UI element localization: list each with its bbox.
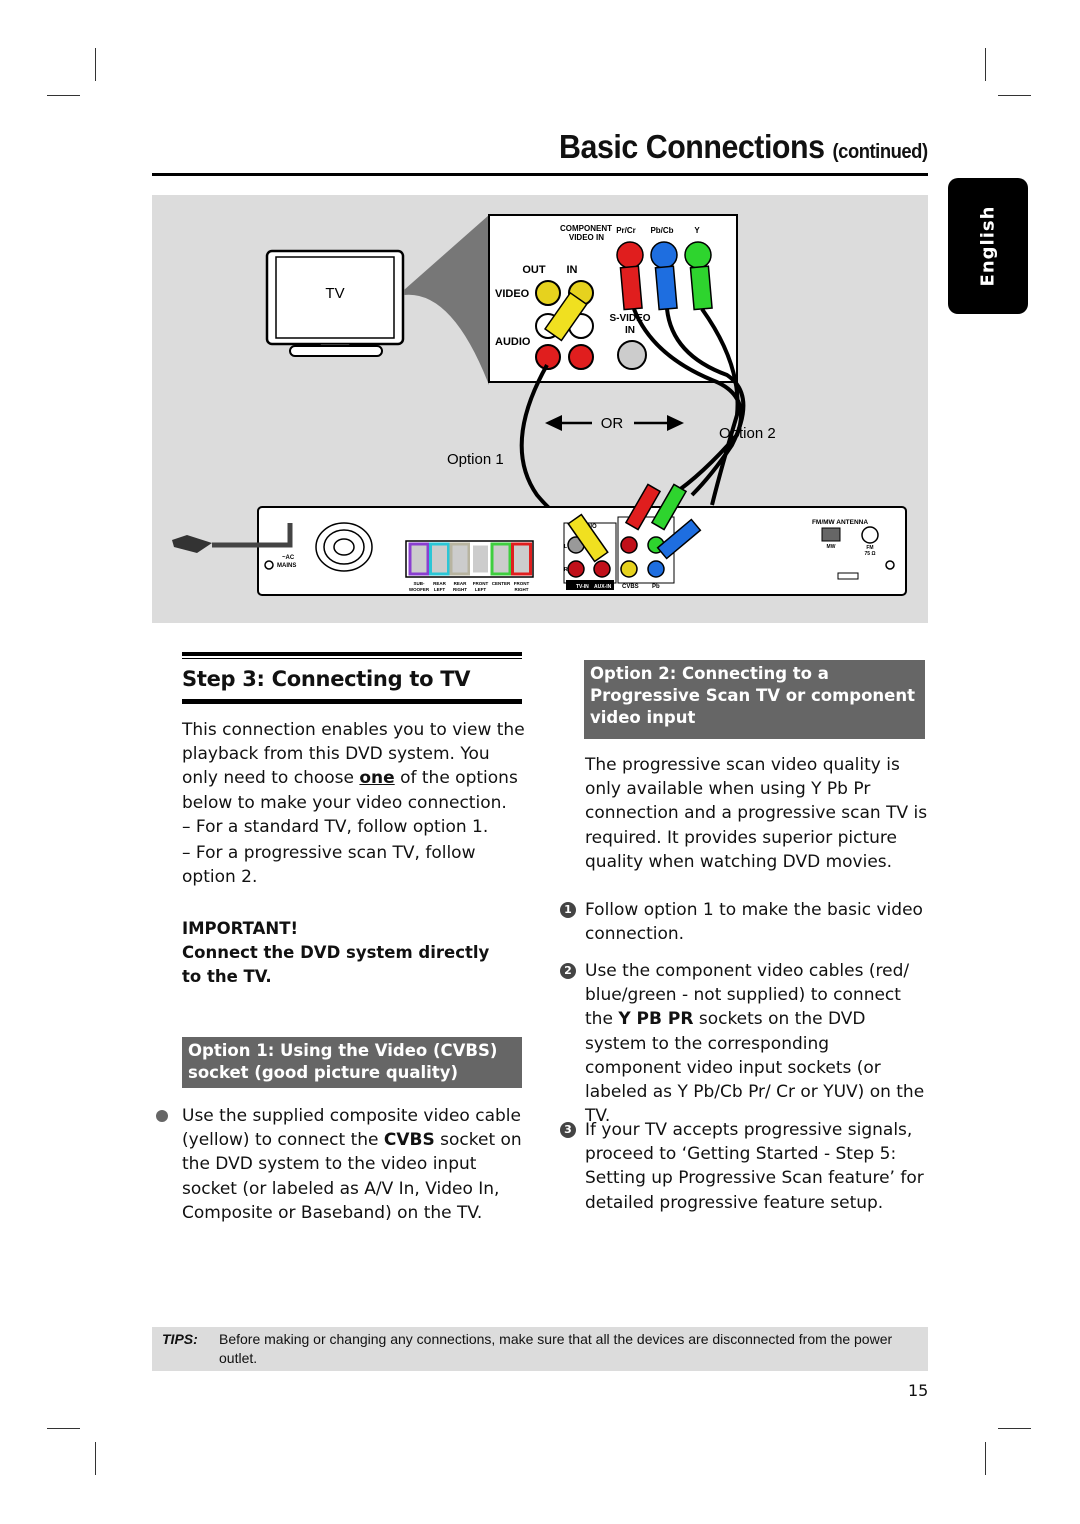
speaker-label: RIGHT xyxy=(453,587,467,592)
or-label: OR xyxy=(601,415,624,432)
audio-label: AUDIO xyxy=(495,336,531,348)
step-heading: Step 3: Connecting to TV xyxy=(182,652,522,704)
speaker-terminal xyxy=(429,542,450,576)
crop-mark xyxy=(95,48,96,81)
pr-socket-tv xyxy=(616,241,644,269)
crop-mark xyxy=(47,95,80,96)
crop-mark xyxy=(998,95,1031,96)
speaker-terminal xyxy=(490,542,512,576)
tips-box: TIPS: Before making or changing any conn… xyxy=(152,1327,928,1371)
tv-illustration: TV xyxy=(265,249,405,357)
option1-banner: Option 1: Using the Video (CVBS) socket … xyxy=(182,1037,522,1088)
important-note: IMPORTANT! Connect the DVD system direct… xyxy=(182,917,512,989)
crop-mark xyxy=(998,1428,1031,1429)
tips-text: Before making or changing any connection… xyxy=(219,1331,893,1366)
speaker-label: REAR xyxy=(433,581,447,586)
speaker-label: RIGHT xyxy=(515,587,529,592)
option2-intro: The progressive scan video quality is on… xyxy=(585,755,928,872)
svideo-label-2: IN xyxy=(625,325,635,336)
cvbs-cable xyxy=(519,364,583,527)
step-title: Step 3: Connecting to TV xyxy=(182,667,471,691)
zoom-wedge xyxy=(404,215,489,385)
component-label-2: VIDEO IN xyxy=(569,233,604,242)
video-out-socket xyxy=(535,280,561,306)
speaker-label: LEFT xyxy=(434,587,445,592)
pb-label: Pb/Cb xyxy=(650,226,673,235)
ac-label: ~AC xyxy=(282,555,295,561)
important-text: Connect the DVD system directly to the T… xyxy=(182,943,490,986)
title-suffix: (continued) xyxy=(832,141,929,163)
svideo-label: S-VIDEO xyxy=(609,313,650,324)
power-plug-icon xyxy=(172,535,212,553)
antenna-label: FM/MW ANTENNA xyxy=(812,519,868,526)
pb-socket-tv xyxy=(650,241,678,269)
option2-banner: Option 2: Connecting to a Progressive Sc… xyxy=(584,660,925,739)
crop-mark xyxy=(95,1442,96,1475)
option2-label: Option 2 xyxy=(719,425,776,442)
page-number: 15 xyxy=(908,1381,929,1400)
speaker-terminal xyxy=(449,542,471,576)
option1-label: Option 1 xyxy=(447,451,504,468)
step-number-3-icon: 3 xyxy=(560,1122,576,1138)
pb-socket-dvd xyxy=(647,560,665,578)
in-label: IN xyxy=(567,264,578,276)
tv-label: TV xyxy=(325,285,344,302)
dvd-back-panel: ~AC MAINS SUB-WOOFERREARLEFTREARRIGHTFRO… xyxy=(172,483,907,596)
speaker-label: WOOFER xyxy=(409,587,430,592)
y-socket-tv xyxy=(684,241,712,269)
tips-label: TIPS: xyxy=(162,1331,198,1347)
language-tab: English xyxy=(948,178,1028,314)
video-label: VIDEO xyxy=(495,288,530,300)
mw-label: MW xyxy=(827,544,836,550)
speaker-label: LEFT xyxy=(475,587,486,592)
fm-socket xyxy=(861,526,879,544)
step-number-2-icon: 2 xyxy=(560,963,576,979)
option2-step-1: Follow option 1 to make the basic video … xyxy=(585,900,923,945)
fm-ohm-label: 75 Ω xyxy=(865,551,876,557)
speaker-terminal xyxy=(470,542,491,576)
speaker-label: SUB- xyxy=(414,581,426,586)
mains-label: MAINS xyxy=(277,563,296,569)
option2-step-3: If your TV accepts progressive signals, … xyxy=(585,1120,924,1213)
dash-item: – For a progressive scan TV, follow opti… xyxy=(182,843,476,888)
svideo-socket xyxy=(617,340,647,370)
speaker-label: CENTER xyxy=(492,581,511,586)
connection-diagram: TV COMPONENT VIDEO IN Pr/Cr Pb/Cb Y OUT … xyxy=(152,195,928,623)
crop-mark xyxy=(47,1428,80,1429)
title-rule xyxy=(152,173,928,176)
pr-socket-dvd xyxy=(620,536,638,554)
dvd-pb-label: Pb xyxy=(652,584,660,590)
dash-item: – For a standard TV, follow option 1. xyxy=(182,816,489,837)
cvbs-emphasis: CVBS xyxy=(383,1130,435,1151)
speaker-terminal xyxy=(408,542,430,576)
l-label: L xyxy=(564,544,567,550)
out-label: OUT xyxy=(522,264,546,276)
option2-step-2: Use the component video cables (red/ blu… xyxy=(585,959,930,1128)
page-title: Basic Connections (continued) xyxy=(559,128,928,166)
speaker-label: FRONT xyxy=(514,581,530,586)
step-number-1-icon: 1 xyxy=(560,902,576,918)
language-tab-label: English xyxy=(977,205,999,287)
crop-mark xyxy=(985,1442,986,1475)
intro-emphasis: one xyxy=(359,768,395,789)
aux-in-label: AUX-IN xyxy=(594,584,612,590)
title-text: Basic Connections xyxy=(559,128,825,165)
speaker-label: REAR xyxy=(454,581,468,586)
cvbs-label: CVBS xyxy=(622,584,639,590)
important-label: IMPORTANT! xyxy=(182,919,298,938)
crop-mark xyxy=(985,48,986,81)
tv-in-label: TV-IN xyxy=(576,584,589,590)
option1-instructions: Use the supplied composite video cable (… xyxy=(182,1104,527,1225)
ypbpr-emphasis: Y PB PR xyxy=(618,1009,694,1030)
bullet-icon xyxy=(156,1110,168,1122)
y-label: Y xyxy=(694,226,700,235)
cvbs-socket xyxy=(620,560,638,578)
component-label: COMPONENT xyxy=(560,224,612,233)
pr-label: Pr/Cr xyxy=(616,226,636,235)
intro-paragraph: This connection enables you to view the … xyxy=(182,718,527,889)
speaker-label: FRONT xyxy=(473,581,489,586)
speaker-terminal xyxy=(511,542,532,576)
